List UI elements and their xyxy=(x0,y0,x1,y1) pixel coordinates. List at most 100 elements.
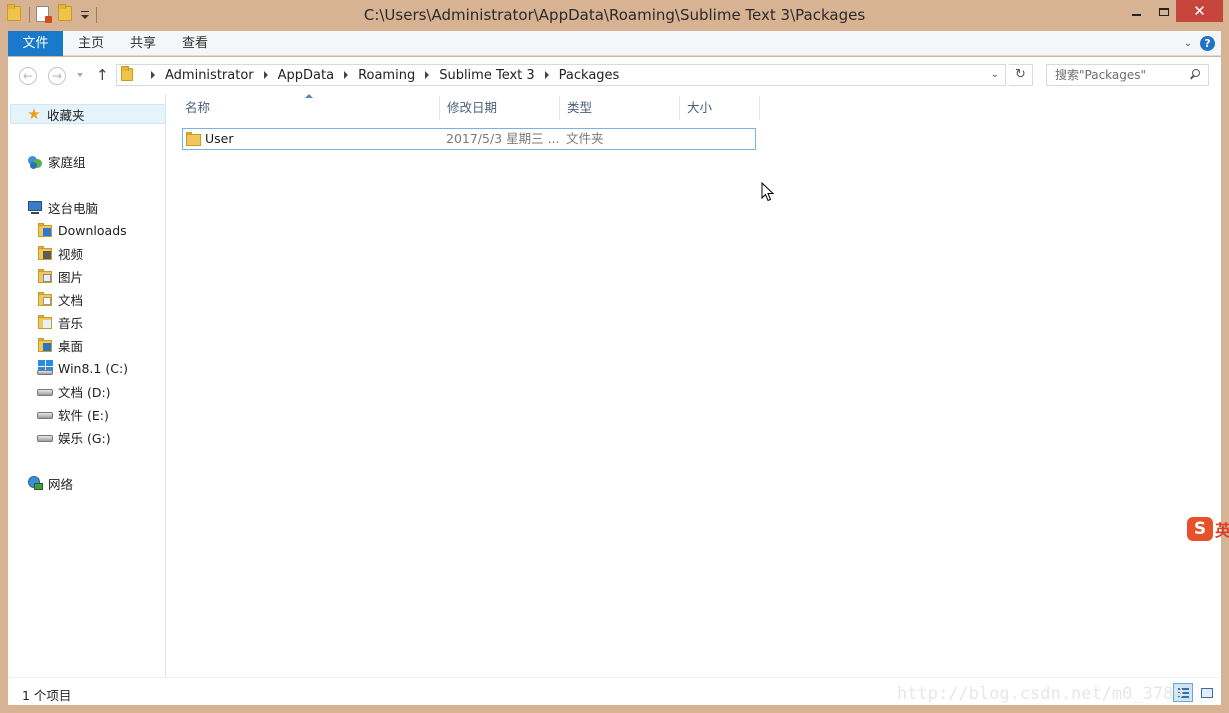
nav-label: 收藏夹 xyxy=(47,107,85,123)
nav-item-desktop[interactable]: 桌面 xyxy=(37,335,83,355)
nav-drive-c[interactable]: Win8.1 (C:) xyxy=(37,358,128,378)
nav-label: Win8.1 (C:) xyxy=(58,360,129,376)
file-name: User xyxy=(205,131,234,146)
tab-home[interactable]: 主页 xyxy=(63,31,119,56)
desktop-folder-icon xyxy=(37,337,53,353)
window-title: C:\Users\Administrator\AppData\Roaming\S… xyxy=(363,6,866,24)
column-header-type[interactable]: 类型 xyxy=(560,96,680,120)
mouse-pointer-icon xyxy=(761,182,775,202)
drive-icon xyxy=(37,406,53,422)
minimize-icon xyxy=(1131,14,1141,16)
nav-label: Downloads xyxy=(58,222,127,238)
nav-drive-g[interactable]: 娱乐 (G:) xyxy=(37,427,111,447)
large-icons-view-icon xyxy=(1201,688,1213,698)
expand-ribbon-icon[interactable]: ⌄ xyxy=(1181,36,1195,50)
column-header-name[interactable]: 名称 xyxy=(178,96,440,120)
nav-item-pictures[interactable]: 图片 xyxy=(37,266,83,286)
navigation-pane: ★ 收藏夹 家庭组 这台电脑 Downloads 视频 图片 文档 音乐 桌面 … xyxy=(8,94,166,677)
breadcrumb-separator-icon[interactable] xyxy=(263,71,268,79)
tab-file[interactable]: 文件 xyxy=(8,31,63,56)
close-button[interactable]: ✕ xyxy=(1176,0,1223,22)
tab-view[interactable]: 查看 xyxy=(167,31,223,56)
computer-icon xyxy=(27,199,43,215)
network-icon xyxy=(27,475,43,491)
homegroup-icon xyxy=(27,153,43,169)
nav-label: 文档 xyxy=(58,292,84,308)
nav-label: 音乐 xyxy=(58,315,84,331)
videos-folder-icon xyxy=(37,245,53,261)
folder-icon xyxy=(121,66,133,81)
nav-item-videos[interactable]: 视频 xyxy=(37,243,83,263)
refresh-button[interactable]: ↻ xyxy=(1009,64,1033,86)
ime-indicator[interactable]: S 英 xyxy=(1187,515,1229,543)
breadcrumb-administrator[interactable]: Administrator xyxy=(165,68,254,83)
file-list: 名称 修改日期 类型 大小 User 2017/5/3 星期三 ... 文件夹 xyxy=(178,94,1221,677)
search-box xyxy=(1046,64,1209,86)
breadcrumb-roaming[interactable]: Roaming xyxy=(358,68,415,83)
ribbon-tabs: 文件 主页 共享 查看 ⌄ ? xyxy=(8,31,1221,56)
music-folder-icon xyxy=(37,314,53,330)
close-icon: ✕ xyxy=(1193,1,1206,20)
watermark: http://blog.csdn.net/m0_3789 xyxy=(897,684,1184,704)
breadcrumb-separator-icon[interactable] xyxy=(425,71,430,79)
nav-label: 视频 xyxy=(58,246,84,262)
search-input[interactable] xyxy=(1047,65,1185,85)
nav-label: 文档 (D:) xyxy=(58,384,111,400)
nav-label: 网络 xyxy=(48,476,74,492)
nav-label: 娱乐 (G:) xyxy=(58,430,111,446)
maximize-icon xyxy=(1159,8,1169,16)
documents-folder-icon xyxy=(37,291,53,307)
explorer-body: ★ 收藏夹 家庭组 这台电脑 Downloads 视频 图片 文档 音乐 桌面 … xyxy=(8,94,1221,677)
nav-item-documents[interactable]: 文档 xyxy=(37,289,83,309)
nav-network[interactable]: 网络 xyxy=(27,473,73,493)
nav-homegroup[interactable]: 家庭组 xyxy=(27,151,86,171)
nav-drive-d[interactable]: 文档 (D:) xyxy=(37,381,111,401)
nav-label: 图片 xyxy=(58,269,84,285)
file-type: 文件夹 xyxy=(566,131,604,146)
drive-icon xyxy=(37,429,53,445)
nav-item-music[interactable]: 音乐 xyxy=(37,312,83,332)
title-bar: C:\Users\Administrator\AppData\Roaming\S… xyxy=(0,0,1229,31)
search-icon[interactable] xyxy=(1190,69,1201,80)
table-row[interactable]: User 2017/5/3 星期三 ... 文件夹 xyxy=(182,128,756,150)
breadcrumb-separator-icon[interactable] xyxy=(544,71,549,79)
nav-label: 软件 (E:) xyxy=(58,407,109,423)
tab-share[interactable]: 共享 xyxy=(119,31,167,56)
item-count: 1 个项目 xyxy=(22,688,72,703)
nav-label: 家庭组 xyxy=(48,154,86,170)
address-bar[interactable]: Administrator AppData Roaming Sublime Te… xyxy=(116,64,1006,86)
folder-icon xyxy=(186,132,202,146)
nav-label: 这台电脑 xyxy=(48,200,99,216)
minimize-button[interactable] xyxy=(1121,0,1151,24)
maximize-button[interactable] xyxy=(1149,0,1179,24)
up-button[interactable]: ↑ xyxy=(96,66,109,84)
help-icon[interactable]: ? xyxy=(1200,36,1215,51)
breadcrumb-separator-icon[interactable] xyxy=(344,71,349,79)
column-header-date[interactable]: 修改日期 xyxy=(440,96,560,120)
nav-favorites[interactable]: ★ 收藏夹 xyxy=(10,104,166,124)
file-date: 2017/5/3 星期三 ... xyxy=(446,131,558,146)
pictures-folder-icon xyxy=(37,268,53,284)
breadcrumb-sublime-text-3[interactable]: Sublime Text 3 xyxy=(439,68,534,83)
nav-drive-e[interactable]: 软件 (E:) xyxy=(37,404,109,424)
nav-label: 桌面 xyxy=(58,338,84,354)
forward-button[interactable]: → xyxy=(48,67,66,85)
breadcrumb-packages[interactable]: Packages xyxy=(559,68,620,83)
breadcrumb-separator-icon[interactable] xyxy=(151,71,155,79)
explorer-window: C:\Users\Administrator\AppData\Roaming\S… xyxy=(0,0,1229,713)
nav-this-pc[interactable]: 这台电脑 xyxy=(27,197,98,217)
sogou-logo-icon: S xyxy=(1187,517,1213,541)
column-header-size[interactable]: 大小 xyxy=(680,96,760,120)
recent-locations-icon[interactable] xyxy=(77,73,83,77)
breadcrumb-appdata[interactable]: AppData xyxy=(278,68,334,83)
back-button[interactable]: ← xyxy=(19,67,37,85)
nav-item-downloads[interactable]: Downloads xyxy=(37,220,127,240)
breadcrumb: Administrator AppData Roaming Sublime Te… xyxy=(141,65,619,85)
address-dropdown-icon[interactable]: ⌄ xyxy=(991,69,999,80)
drive-icon xyxy=(37,383,53,399)
address-row: ← → ↑ Administrator AppData Roaming Subl… xyxy=(8,57,1221,94)
large-icons-view-button[interactable] xyxy=(1196,683,1216,702)
system-drive-icon xyxy=(37,360,53,376)
ime-mode-label: 英 xyxy=(1215,521,1229,540)
star-icon: ★ xyxy=(27,105,41,123)
